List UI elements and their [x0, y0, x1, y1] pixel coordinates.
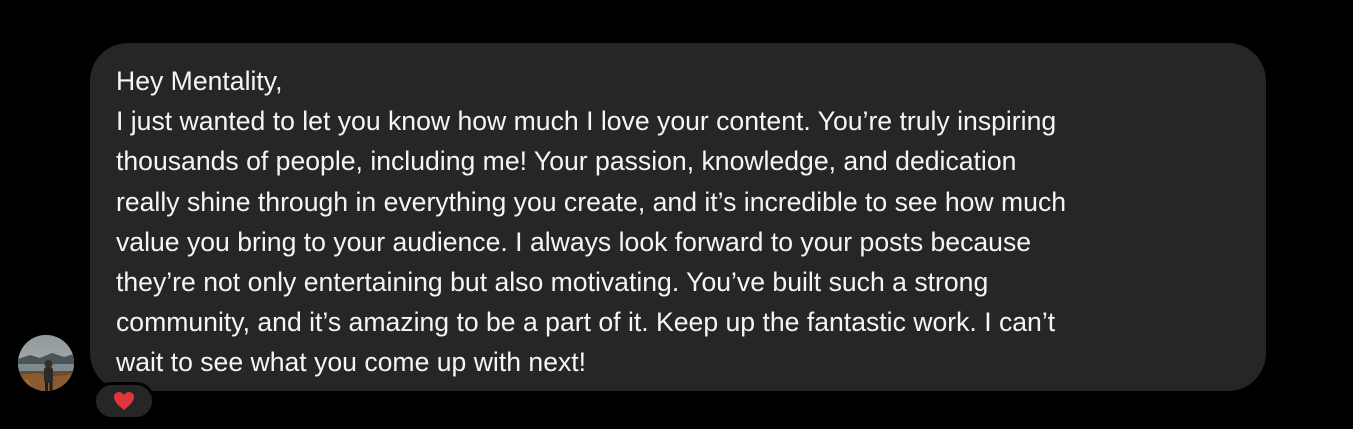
message-line: I just wanted to let you know how much I… [116, 106, 1057, 137]
profile-photo-icon [18, 335, 74, 391]
message-line: thousands of people, including me! Your … [116, 146, 1017, 177]
heart-shape [114, 392, 134, 410]
message-bubble[interactable]: Hey Mentality, I just wanted to let you … [90, 43, 1266, 391]
message-line: community, and it’s amazing to be a part… [116, 307, 1056, 338]
message-line: Hey Mentality, [116, 66, 283, 96]
heart-reaction[interactable] [93, 382, 155, 420]
message-line: wait to see what you come up with next! [116, 347, 587, 378]
sender-avatar[interactable] [18, 335, 74, 391]
message-line: value you bring to your audience. I alwa… [116, 226, 1032, 257]
red-heart-icon [114, 392, 134, 410]
message-line: they’re not only entertaining but also m… [116, 266, 989, 297]
message-line: really shine through in everything you c… [116, 186, 1067, 217]
